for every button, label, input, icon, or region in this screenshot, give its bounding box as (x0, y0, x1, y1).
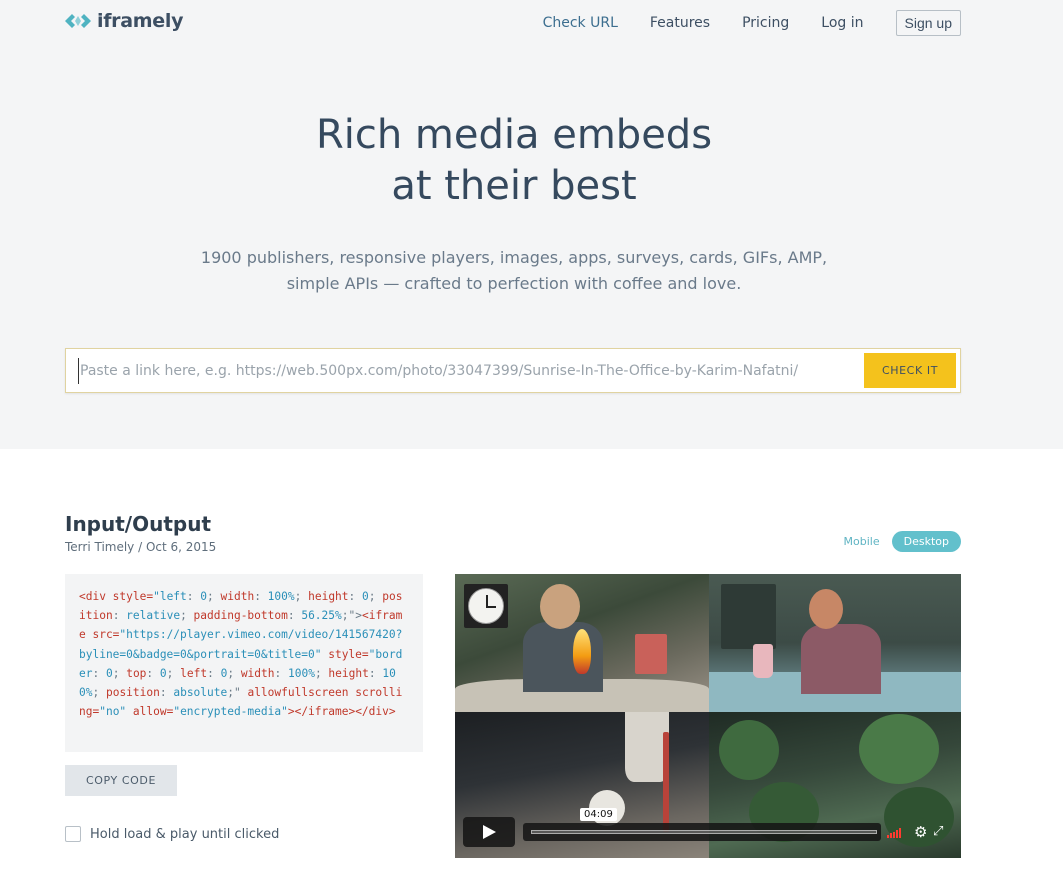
volume-icon[interactable] (887, 828, 901, 838)
example-meta: Terri Timely / Oct 6, 2015 (65, 540, 217, 554)
code-token: : (112, 609, 127, 623)
code-token: position (105, 686, 160, 700)
code-token: ; (166, 666, 181, 680)
example-title: Input/Output (65, 512, 212, 536)
milkshake-shape (753, 644, 773, 678)
nav-features[interactable]: Features (650, 12, 710, 34)
code-token: : (159, 686, 174, 700)
code-token: left (180, 666, 208, 680)
code-token: top (126, 666, 147, 680)
code-token: absolute (173, 686, 228, 700)
copy-code-button[interactable]: COPY CODE (65, 765, 177, 796)
plant-shape (859, 714, 939, 784)
hero-section: iframely Check URL Features Pricing Log … (0, 0, 1063, 449)
hero-subtitle: 1900 publishers, responsive players, ima… (0, 245, 1028, 297)
fullscreen-icon[interactable]: ⤢ (933, 823, 943, 841)
code-token: : (287, 609, 302, 623)
code-token: allow= (126, 705, 174, 719)
towel-shape (635, 634, 667, 674)
hold-load-label: Hold load & play until clicked (90, 826, 280, 842)
code-token: width (240, 666, 275, 680)
subtitle-line-1: 1900 publishers, responsive players, ima… (200, 248, 828, 267)
code-token: : (254, 590, 268, 603)
hero-headline: Rich media embeds at their best (0, 110, 1028, 212)
gear-icon[interactable]: ⚙ (914, 823, 927, 841)
code-token: ;"> (341, 609, 362, 623)
clock-logo-icon (464, 584, 508, 628)
code-token: ; (207, 590, 221, 603)
signup-button[interactable]: Sign up (895, 10, 961, 36)
nav-login[interactable]: Log in (821, 12, 863, 34)
video-player[interactable]: 04:09 ⚙ ⤢ (455, 574, 961, 858)
code-token: height (328, 666, 369, 680)
code-token: "left (153, 590, 187, 603)
progress-bar[interactable]: 04:09 (523, 808, 881, 841)
logo-text: iframely (97, 10, 184, 32)
code-token: ;" (227, 686, 248, 700)
toggle-mobile[interactable]: Mobile (832, 531, 892, 552)
embed-code-box[interactable]: <div style="left: 0; width: 100%; height… (65, 574, 423, 752)
code-token: ></iframe></div> (287, 705, 396, 719)
code-token: ; (180, 609, 194, 623)
url-search-bar: CHECK IT (65, 348, 961, 393)
logo[interactable]: iframely (65, 10, 183, 32)
woman-head-shape (809, 589, 843, 629)
clock-hand (486, 606, 496, 608)
code-token: : (348, 590, 363, 603)
code-token: ; (92, 686, 106, 700)
logo-icon (65, 14, 91, 28)
code-token: padding-bottom (193, 609, 288, 623)
code-token: ; (227, 666, 241, 680)
code-token: : (368, 666, 383, 680)
code-token: ; (294, 590, 309, 603)
code-token: width (220, 590, 255, 603)
toggle-desktop[interactable]: Desktop (891, 531, 961, 552)
code-token: style= (321, 647, 369, 661)
code-token: "no" (99, 705, 127, 719)
code-token: ; (314, 666, 329, 680)
clock-face (468, 588, 504, 624)
hold-load-option[interactable]: Hold load & play until clicked (65, 826, 279, 842)
code-token: : (207, 666, 221, 680)
video-frame-top-right (709, 574, 961, 712)
code-token: : (146, 666, 160, 680)
woman-body-shape (801, 624, 881, 694)
code-token: 56.25% (301, 609, 342, 623)
code-token: 100% (267, 590, 295, 603)
nav-pricing[interactable]: Pricing (742, 12, 789, 34)
code-token: ; (112, 666, 127, 680)
hold-load-checkbox[interactable] (65, 826, 81, 842)
code-token: 0 (159, 666, 167, 680)
code-token: "encrypted-media" (173, 705, 288, 719)
code-token: ; (368, 590, 383, 603)
subtitle-line-2: simple APIs — crafted to perfection with… (286, 274, 742, 293)
view-toggle: Mobile Desktop (832, 531, 961, 552)
nav-check-url[interactable]: Check URL (543, 12, 618, 34)
man-head-shape (540, 584, 580, 629)
code-token: 0 (105, 666, 113, 680)
code-token: : (274, 666, 288, 680)
code-token: relative (126, 609, 181, 623)
code-token: <div style= (79, 590, 154, 603)
url-input[interactable] (78, 358, 858, 384)
video-time: 04:09 (580, 808, 617, 821)
fire-shape (573, 629, 591, 674)
man-body-shape (523, 622, 603, 692)
code-token: : (186, 590, 201, 603)
machine-shape (721, 584, 776, 649)
main-nav: Check URL Features Pricing Log in Sign u… (511, 10, 961, 36)
code-token: : (92, 666, 106, 680)
headline-line-2: at their best (391, 163, 637, 209)
check-it-button[interactable]: CHECK IT (864, 353, 956, 388)
code-token: 100% (287, 666, 315, 680)
code-token: 0 (362, 590, 369, 603)
progress-track[interactable] (531, 830, 877, 834)
code-token: height (308, 590, 349, 603)
video-controls: 04:09 ⚙ ⤢ (455, 808, 961, 858)
headline-line-1: Rich media embeds (315, 112, 713, 158)
plant-shape (719, 720, 779, 780)
code-token: 0 (200, 590, 208, 603)
play-icon[interactable] (463, 817, 515, 847)
